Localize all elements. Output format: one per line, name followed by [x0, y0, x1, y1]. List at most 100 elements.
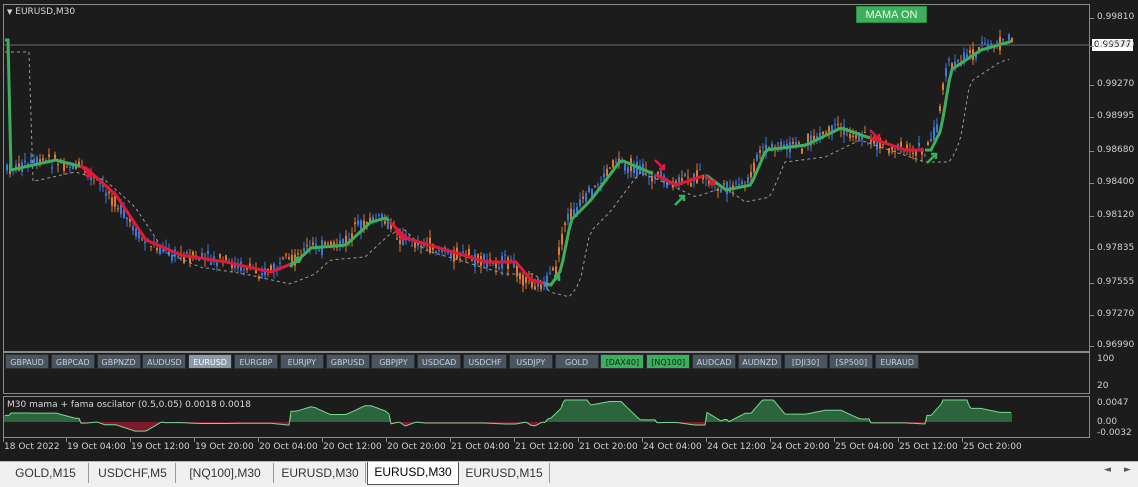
price-axis-tick-mark: [1090, 216, 1094, 217]
candle-body: [756, 154, 758, 161]
time-axis-tick-mark: [194, 438, 195, 442]
symbol-button-gbpaud[interactable]: GBPAUD: [5, 354, 49, 369]
candle-body: [207, 250, 209, 254]
candle-body: [942, 83, 944, 91]
candle-body: [414, 242, 416, 248]
symbol-button-nq100[interactable]: [NQ100]: [646, 354, 691, 369]
symbol-button-usdjpy[interactable]: USDJPY: [508, 354, 553, 369]
oscillator-label: M30 mama + fama oscilator (0.5,0.05) 0.0…: [7, 400, 251, 410]
tab-scroll-right-icon[interactable]: ►: [1124, 465, 1131, 475]
candle-body: [990, 43, 992, 45]
candle-body: [555, 266, 557, 275]
candle-body: [150, 246, 152, 248]
candle-body: [996, 42, 998, 44]
time-axis-tick: 20 Oct 20:00: [387, 442, 446, 452]
candle-body: [270, 265, 272, 271]
candle-body: [741, 181, 743, 185]
time-axis-tick-mark: [578, 438, 579, 442]
mama-line: [79, 164, 291, 274]
candle-body: [750, 172, 752, 178]
price-axis-tick: 0.98120: [1097, 210, 1135, 220]
symbol-button-eurgbp[interactable]: EURGBP: [234, 354, 278, 369]
time-axis-tick-mark: [514, 438, 515, 442]
candle-body: [324, 242, 326, 245]
candle-body: [132, 226, 134, 231]
time-axis-tick: 21 Oct 20:00: [579, 442, 638, 452]
symbol-button-gold[interactable]: GOLD: [554, 354, 599, 369]
candle-body: [216, 262, 218, 266]
symbol-button-euraud[interactable]: EURAUD: [875, 354, 920, 369]
candle-body: [948, 59, 950, 61]
time-axis-tick: 24 Oct 20:00: [771, 442, 830, 452]
candle-body: [459, 259, 461, 261]
candle-body: [939, 106, 941, 111]
candle-body: [720, 189, 722, 193]
symbol-button-sp500[interactable]: [SP500]: [829, 354, 874, 369]
candle-body: [6, 164, 8, 171]
time-axis-tick: 24 Oct 12:00: [707, 442, 766, 452]
candle-body: [156, 248, 158, 251]
candle-body: [1002, 38, 1004, 41]
candle-body: [762, 146, 764, 148]
candle-body: [801, 148, 803, 154]
candle-body: [111, 197, 113, 206]
symbol-button-audnzd[interactable]: AUDNZD: [737, 354, 782, 369]
chevron-down-icon[interactable]: ▼: [7, 8, 12, 16]
time-axis-tick: 19 Oct 20:00: [195, 442, 254, 452]
candle-body: [582, 196, 584, 199]
candle-body: [927, 142, 929, 146]
candle-body: [867, 142, 869, 144]
price-axis-tick: 0.98680: [1097, 145, 1135, 155]
time-axis-tick-mark: [66, 438, 67, 442]
symbol-button-usdcad[interactable]: USDCAD: [417, 354, 462, 369]
candle-body: [627, 167, 629, 174]
candle-body: [675, 181, 677, 183]
chart-title: ▼ EURUSD,M30: [7, 7, 75, 17]
candle-body: [837, 123, 839, 125]
candle-body: [567, 213, 569, 221]
symbol-button-dji30[interactable]: [DJI30]: [783, 354, 828, 369]
chart-tab[interactable]: EURUSD,M30: [367, 462, 459, 485]
symbol-button-gbpcad[interactable]: GBPCAD: [50, 354, 95, 369]
chart-tab[interactable]: EURUSD,M30: [275, 463, 366, 483]
candle-body: [747, 176, 749, 184]
symbol-button-eurusd[interactable]: EURUSD: [188, 354, 233, 369]
candle-body: [141, 239, 143, 241]
candle-body: [969, 50, 971, 53]
tab-scroll-left-icon[interactable]: ◄: [1104, 465, 1111, 475]
symbol-button-audcad[interactable]: AUDCAD: [692, 354, 736, 369]
candle-body: [585, 193, 587, 202]
chart-tab[interactable]: GOLD,M15: [3, 463, 89, 483]
symbol-button-audusd[interactable]: AUDUSD: [142, 354, 187, 369]
symbol-button-gbpjpy[interactable]: GBPJPY: [371, 354, 416, 369]
time-axis-tick: 18 Oct 2022: [4, 442, 60, 452]
candle-body: [54, 154, 56, 159]
candle-body: [828, 126, 830, 133]
mama-toggle-button[interactable]: MAMA ON: [856, 6, 927, 23]
candle-body: [906, 144, 908, 149]
symbol-button-usdchf[interactable]: USDCHF: [463, 354, 507, 369]
candle-body: [225, 255, 227, 261]
candle-body: [30, 159, 32, 163]
time-axis-tick: 24 Oct 04:00: [643, 442, 702, 452]
chart-tab[interactable]: [NQ100],M30: [177, 463, 274, 483]
candle-body: [99, 183, 101, 185]
price-axis-tick: 0.98995: [1097, 111, 1135, 121]
sell-arrow-icon: [654, 159, 666, 171]
price-axis-tick: 0.97555: [1097, 277, 1135, 287]
symbol-button-dax40[interactable]: [DAX40]: [600, 354, 645, 369]
time-axis-tick: 20 Oct 12:00: [323, 442, 382, 452]
chart-tab[interactable]: USDCHF,M5: [90, 463, 176, 483]
candle-body: [864, 132, 866, 134]
symbol-button-gbpusd[interactable]: GBPUSD: [325, 354, 370, 369]
chart-tab[interactable]: EURUSD,M15: [459, 463, 550, 483]
candle-body: [540, 284, 542, 290]
symbol-button-gbpnzd[interactable]: GBPNZD: [96, 354, 141, 369]
time-axis-tick: 19 Oct 04:00: [67, 442, 126, 452]
price-axis-tick: 0.97270: [1097, 309, 1135, 319]
candle-body: [75, 166, 77, 169]
symbol-button-eurjpy[interactable]: EURJPY: [279, 354, 324, 369]
candle-body: [852, 135, 854, 137]
candle-body: [108, 191, 110, 194]
candle-body: [285, 254, 287, 256]
